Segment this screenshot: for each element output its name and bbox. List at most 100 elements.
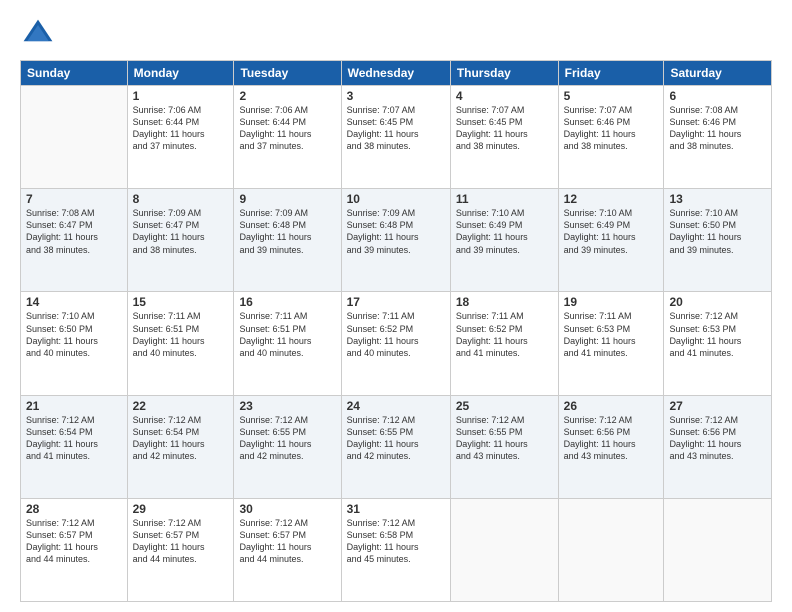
calendar-cell: 4Sunrise: 7:07 AM Sunset: 6:45 PM Daylig…: [450, 86, 558, 189]
day-number: 2: [239, 89, 335, 103]
cell-info: Sunrise: 7:09 AM Sunset: 6:48 PM Dayligh…: [239, 207, 335, 256]
calendar-cell: 18Sunrise: 7:11 AM Sunset: 6:52 PM Dayli…: [450, 292, 558, 395]
day-number: 1: [133, 89, 229, 103]
calendar-cell: 23Sunrise: 7:12 AM Sunset: 6:55 PM Dayli…: [234, 395, 341, 498]
day-number: 30: [239, 502, 335, 516]
cell-info: Sunrise: 7:08 AM Sunset: 6:46 PM Dayligh…: [669, 104, 766, 153]
day-header-sunday: Sunday: [21, 61, 128, 86]
day-number: 3: [347, 89, 445, 103]
calendar-cell: [664, 498, 772, 601]
day-number: 18: [456, 295, 553, 309]
calendar-header-row: SundayMondayTuesdayWednesdayThursdayFrid…: [21, 61, 772, 86]
calendar-cell: 28Sunrise: 7:12 AM Sunset: 6:57 PM Dayli…: [21, 498, 128, 601]
calendar-cell: 12Sunrise: 7:10 AM Sunset: 6:49 PM Dayli…: [558, 189, 664, 292]
calendar-cell: 29Sunrise: 7:12 AM Sunset: 6:57 PM Dayli…: [127, 498, 234, 601]
day-number: 23: [239, 399, 335, 413]
cell-info: Sunrise: 7:12 AM Sunset: 6:57 PM Dayligh…: [133, 517, 229, 566]
day-number: 4: [456, 89, 553, 103]
calendar-cell: [450, 498, 558, 601]
header: [20, 16, 772, 52]
calendar-cell: 14Sunrise: 7:10 AM Sunset: 6:50 PM Dayli…: [21, 292, 128, 395]
day-number: 7: [26, 192, 122, 206]
day-number: 6: [669, 89, 766, 103]
day-number: 16: [239, 295, 335, 309]
cell-info: Sunrise: 7:11 AM Sunset: 6:52 PM Dayligh…: [456, 310, 553, 359]
cell-info: Sunrise: 7:09 AM Sunset: 6:48 PM Dayligh…: [347, 207, 445, 256]
cell-info: Sunrise: 7:12 AM Sunset: 6:57 PM Dayligh…: [239, 517, 335, 566]
cell-info: Sunrise: 7:12 AM Sunset: 6:55 PM Dayligh…: [239, 414, 335, 463]
day-number: 21: [26, 399, 122, 413]
day-number: 25: [456, 399, 553, 413]
cell-info: Sunrise: 7:12 AM Sunset: 6:56 PM Dayligh…: [669, 414, 766, 463]
calendar-cell: 20Sunrise: 7:12 AM Sunset: 6:53 PM Dayli…: [664, 292, 772, 395]
day-number: 19: [564, 295, 659, 309]
calendar-cell: 8Sunrise: 7:09 AM Sunset: 6:47 PM Daylig…: [127, 189, 234, 292]
day-header-tuesday: Tuesday: [234, 61, 341, 86]
cell-info: Sunrise: 7:10 AM Sunset: 6:49 PM Dayligh…: [456, 207, 553, 256]
calendar-cell: [558, 498, 664, 601]
calendar-cell: 5Sunrise: 7:07 AM Sunset: 6:46 PM Daylig…: [558, 86, 664, 189]
day-number: 17: [347, 295, 445, 309]
cell-info: Sunrise: 7:12 AM Sunset: 6:57 PM Dayligh…: [26, 517, 122, 566]
day-number: 8: [133, 192, 229, 206]
cell-info: Sunrise: 7:07 AM Sunset: 6:46 PM Dayligh…: [564, 104, 659, 153]
cell-info: Sunrise: 7:10 AM Sunset: 6:50 PM Dayligh…: [26, 310, 122, 359]
day-number: 20: [669, 295, 766, 309]
calendar-week-row: 28Sunrise: 7:12 AM Sunset: 6:57 PM Dayli…: [21, 498, 772, 601]
calendar-week-row: 1Sunrise: 7:06 AM Sunset: 6:44 PM Daylig…: [21, 86, 772, 189]
calendar-cell: 24Sunrise: 7:12 AM Sunset: 6:55 PM Dayli…: [341, 395, 450, 498]
logo: [20, 16, 60, 52]
cell-info: Sunrise: 7:12 AM Sunset: 6:56 PM Dayligh…: [564, 414, 659, 463]
calendar-cell: 3Sunrise: 7:07 AM Sunset: 6:45 PM Daylig…: [341, 86, 450, 189]
logo-icon: [20, 16, 56, 52]
calendar-cell: 9Sunrise: 7:09 AM Sunset: 6:48 PM Daylig…: [234, 189, 341, 292]
cell-info: Sunrise: 7:10 AM Sunset: 6:50 PM Dayligh…: [669, 207, 766, 256]
day-header-wednesday: Wednesday: [341, 61, 450, 86]
cell-info: Sunrise: 7:12 AM Sunset: 6:54 PM Dayligh…: [26, 414, 122, 463]
day-header-saturday: Saturday: [664, 61, 772, 86]
calendar-cell: 2Sunrise: 7:06 AM Sunset: 6:44 PM Daylig…: [234, 86, 341, 189]
calendar-week-row: 7Sunrise: 7:08 AM Sunset: 6:47 PM Daylig…: [21, 189, 772, 292]
day-number: 31: [347, 502, 445, 516]
cell-info: Sunrise: 7:09 AM Sunset: 6:47 PM Dayligh…: [133, 207, 229, 256]
calendar-cell: 25Sunrise: 7:12 AM Sunset: 6:55 PM Dayli…: [450, 395, 558, 498]
calendar-cell: 1Sunrise: 7:06 AM Sunset: 6:44 PM Daylig…: [127, 86, 234, 189]
cell-info: Sunrise: 7:12 AM Sunset: 6:58 PM Dayligh…: [347, 517, 445, 566]
cell-info: Sunrise: 7:11 AM Sunset: 6:51 PM Dayligh…: [239, 310, 335, 359]
calendar-cell: 19Sunrise: 7:11 AM Sunset: 6:53 PM Dayli…: [558, 292, 664, 395]
day-number: 26: [564, 399, 659, 413]
calendar-cell: 31Sunrise: 7:12 AM Sunset: 6:58 PM Dayli…: [341, 498, 450, 601]
calendar-cell: 22Sunrise: 7:12 AM Sunset: 6:54 PM Dayli…: [127, 395, 234, 498]
calendar-cell: 16Sunrise: 7:11 AM Sunset: 6:51 PM Dayli…: [234, 292, 341, 395]
calendar-cell: 10Sunrise: 7:09 AM Sunset: 6:48 PM Dayli…: [341, 189, 450, 292]
calendar-cell: 11Sunrise: 7:10 AM Sunset: 6:49 PM Dayli…: [450, 189, 558, 292]
day-header-thursday: Thursday: [450, 61, 558, 86]
cell-info: Sunrise: 7:08 AM Sunset: 6:47 PM Dayligh…: [26, 207, 122, 256]
cell-info: Sunrise: 7:11 AM Sunset: 6:51 PM Dayligh…: [133, 310, 229, 359]
day-number: 28: [26, 502, 122, 516]
day-number: 24: [347, 399, 445, 413]
day-number: 29: [133, 502, 229, 516]
day-number: 10: [347, 192, 445, 206]
calendar-cell: 27Sunrise: 7:12 AM Sunset: 6:56 PM Dayli…: [664, 395, 772, 498]
calendar-table: SundayMondayTuesdayWednesdayThursdayFrid…: [20, 60, 772, 602]
calendar-cell: [21, 86, 128, 189]
day-number: 12: [564, 192, 659, 206]
calendar-cell: 21Sunrise: 7:12 AM Sunset: 6:54 PM Dayli…: [21, 395, 128, 498]
cell-info: Sunrise: 7:06 AM Sunset: 6:44 PM Dayligh…: [133, 104, 229, 153]
calendar-cell: 30Sunrise: 7:12 AM Sunset: 6:57 PM Dayli…: [234, 498, 341, 601]
cell-info: Sunrise: 7:11 AM Sunset: 6:52 PM Dayligh…: [347, 310, 445, 359]
calendar-cell: 17Sunrise: 7:11 AM Sunset: 6:52 PM Dayli…: [341, 292, 450, 395]
calendar-week-row: 14Sunrise: 7:10 AM Sunset: 6:50 PM Dayli…: [21, 292, 772, 395]
day-header-friday: Friday: [558, 61, 664, 86]
cell-info: Sunrise: 7:07 AM Sunset: 6:45 PM Dayligh…: [456, 104, 553, 153]
day-number: 11: [456, 192, 553, 206]
cell-info: Sunrise: 7:12 AM Sunset: 6:55 PM Dayligh…: [456, 414, 553, 463]
cell-info: Sunrise: 7:11 AM Sunset: 6:53 PM Dayligh…: [564, 310, 659, 359]
day-number: 13: [669, 192, 766, 206]
day-number: 27: [669, 399, 766, 413]
calendar-week-row: 21Sunrise: 7:12 AM Sunset: 6:54 PM Dayli…: [21, 395, 772, 498]
cell-info: Sunrise: 7:12 AM Sunset: 6:54 PM Dayligh…: [133, 414, 229, 463]
day-number: 14: [26, 295, 122, 309]
cell-info: Sunrise: 7:12 AM Sunset: 6:55 PM Dayligh…: [347, 414, 445, 463]
